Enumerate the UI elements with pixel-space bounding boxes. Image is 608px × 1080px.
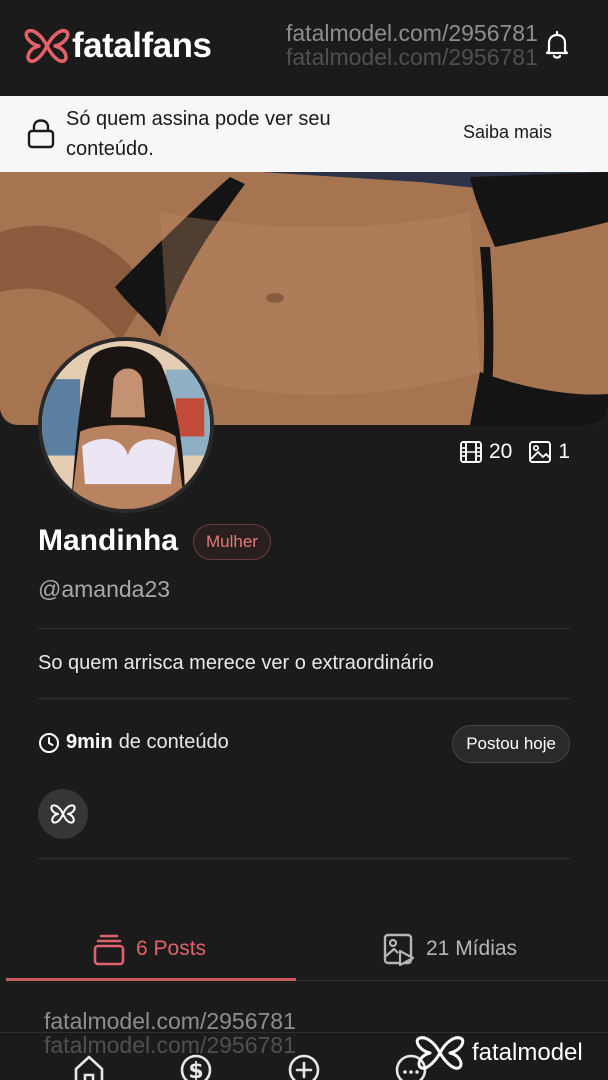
active-tab-indicator [6,978,296,981]
profile-handle: @amanda23 [38,576,171,602]
tab-media[interactable]: 21 Mídias [382,924,517,974]
divider [38,858,570,859]
subscription-message: Só quem assina pode ver seu conteúdo. [66,108,331,160]
butterfly-icon [50,804,76,824]
clock-icon [39,732,59,753]
lock-icon [27,119,55,149]
photo-count: 1 [558,440,570,463]
image-icon [529,441,552,463]
divider [38,628,570,629]
media-icon [383,933,415,966]
butterfly-watermark-icon [415,1036,465,1070]
brand-name: fatalfans [72,26,212,65]
profile-avatar[interactable] [38,337,214,513]
tab-posts[interactable]: 6 Posts [92,924,206,974]
bell-icon[interactable] [540,28,574,62]
learn-more-link[interactable]: Saiba mais [463,122,552,143]
fatalmodel-watermark: fatalmodel [414,1034,583,1072]
divider [38,698,570,699]
subscription-banner: Só quem assina pode ver seu conteúdo. Sa… [0,96,608,172]
media-counts: 20 1 [459,440,570,464]
watermark-text-echo: fatalmodel.com/2956781 [44,1032,296,1058]
verified-badge[interactable] [38,789,88,839]
film-icon [460,441,482,463]
svg-text:$: $ [188,1059,203,1080]
fatalmodel-watermark-text: fatalmodel [472,1039,583,1066]
profile-bio: So quem arrisca merece ver o extraordiná… [38,652,434,674]
duration-label: de conteúdo [118,731,229,753]
watermark-text-echo: fatalmodel.com/2956781 [286,44,538,70]
duration-value: 9min [66,731,113,753]
tab-divider [296,980,608,981]
posted-today-badge: Postou hoje [452,725,570,763]
watermark-text: fatalmodel.com/2956781 [286,20,538,46]
gender-badge: Mulher [193,524,271,560]
tab-media-label: 21 Mídias [426,937,518,960]
profile-name: Mandinha [38,524,178,557]
stack-icon [93,934,125,966]
tab-posts-label: 6 Posts [136,937,207,960]
content-duration: 9min de conteúdo [38,731,229,754]
watermark-text: fatalmodel.com/2956781 [44,1008,296,1034]
butterfly-logo-icon [24,29,70,63]
top-bar: fatalfans fatalmodel.com/2956781 fatalmo… [0,0,608,96]
brand-logo[interactable]: fatalfans [24,26,212,66]
video-count: 20 [488,440,513,463]
